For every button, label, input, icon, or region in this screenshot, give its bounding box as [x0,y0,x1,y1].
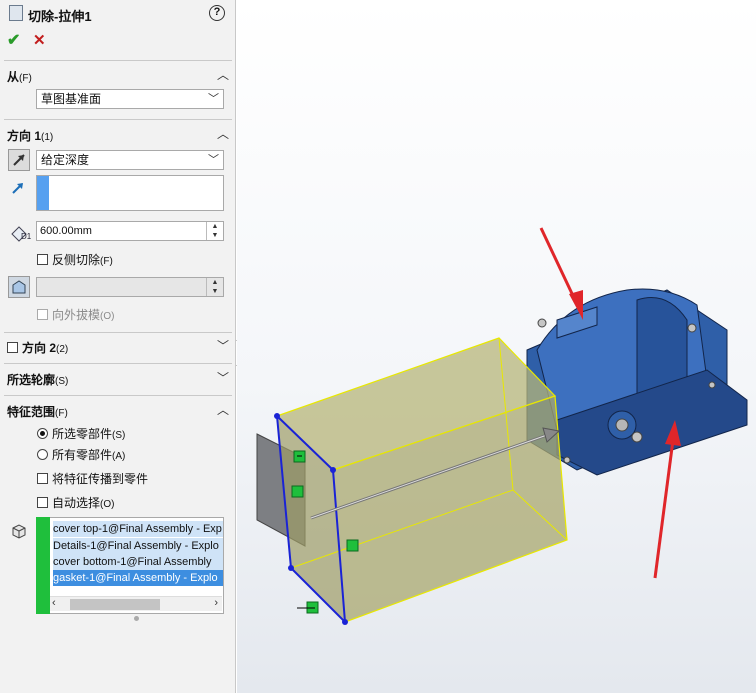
flip-side-hotkey: (F) [100,256,113,267]
scope-option-label: 所选零部件 [52,427,113,441]
scope-option-hotkey: (A) [112,451,126,462]
model-view [256,227,748,625]
depth-icon: D1 [9,222,32,242]
checkbox-box [37,473,48,484]
checkbox-box [37,309,48,320]
help-icon[interactable]: ? [209,5,225,21]
graphics-area[interactable] [237,0,756,693]
divider [4,363,232,364]
expand-chevron-icon[interactable]: ﹀ [217,372,229,384]
from-dropdown-value: 草图基准面 [41,92,102,106]
end-condition-value: 给定深度 [41,153,90,167]
collapse-chevron-icon[interactable]: ︿ [217,128,229,140]
list-item[interactable]: Details-1@Final Assembly - Explo [53,538,223,554]
selection-accent [37,176,49,210]
flip-side-checkbox[interactable]: 反侧切除(F) [37,251,113,268]
collapse-chevron-icon[interactable]: ︿ [217,404,229,416]
direction1-section-header[interactable]: 方向 1(1) [7,127,53,144]
scope-option-hotkey: (S) [112,430,126,441]
ok-button[interactable]: ✔ [7,30,20,50]
scope-option-selected-components[interactable]: 所选零部件(S) [37,425,125,442]
direction1-hotkey: (1) [41,132,54,143]
components-icon [10,520,30,540]
property-manager: 切除-拉伸1 ? ✔ ✕ 从(F) ︿ 草图基准面 ﹀ 方向 1(1) ︿ 给定… [0,0,236,693]
auto-select-checkbox[interactable]: 自动选择(O) [37,494,114,511]
direction-reference-field[interactable] [36,175,224,211]
feature-scope-hotkey: (F) [55,408,68,419]
propagate-label: 将特征传播到零件 [52,472,149,486]
direction2-hotkey: (2) [56,344,69,355]
feature-scope-header[interactable]: 特征范围(F) [7,403,68,420]
selection-accent [36,517,50,614]
chevron-down-icon: ﹀ [208,154,219,166]
reverse-direction-icon[interactable] [8,149,30,171]
direction2-section-header[interactable]: 方向 2(2) [7,339,68,356]
flip-side-label: 反侧切除 [52,253,101,267]
radio-button [37,428,48,439]
feature-scope-title: 特征范围 [7,405,56,419]
direction1-title: 方向 1 [7,129,42,143]
draft-icon[interactable] [8,276,30,298]
divider [4,395,232,396]
cut-extrude-icon [9,5,23,21]
checkbox-box [37,254,48,265]
feature-title: 切除-拉伸1 [28,9,92,24]
checkbox-box [37,497,48,508]
direction2-checkbox[interactable] [7,342,18,353]
scrollbar-thumb[interactable] [70,599,160,610]
from-section-title: 从 [7,70,20,84]
divider [4,119,232,120]
horizontal-scrollbar[interactable]: ‹ › [50,596,222,611]
depth-spinner[interactable]: ▲ ▼ [206,222,223,240]
from-section-header[interactable]: 从(F) [7,68,32,85]
scroll-left-icon[interactable]: ‹ [52,597,56,609]
svg-text:D1: D1 [21,232,31,241]
draft-outward-hotkey: (O) [100,311,115,322]
selected-contours-hotkey: (S) [55,376,69,387]
auto-select-label: 自动选择 [52,496,101,510]
collapse-chevron-icon[interactable]: ︿ [217,69,229,81]
draft-outward-label: 向外拔模 [52,308,101,322]
draft-spinner[interactable]: ▲ ▼ [206,278,223,296]
list-item[interactable]: gasket-1@Final Assembly - Explo [53,570,223,586]
scope-option-all-components[interactable]: 所有零部件(A) [37,446,125,463]
depth-input[interactable]: 600.00mm ▲ ▼ [36,221,224,241]
divider [4,60,232,61]
expand-chevron-icon[interactable]: ﹀ [217,340,229,352]
end-condition-dropdown[interactable]: 给定深度 ﹀ [36,150,224,170]
cancel-button[interactable]: ✕ [33,31,46,49]
resize-grip-icon[interactable] [134,616,139,621]
from-section-hotkey: (F) [19,73,32,84]
from-dropdown[interactable]: 草图基准面 ﹀ [36,89,224,109]
draft-outward-checkbox[interactable]: 向外拔模(O) [37,306,114,323]
gearbox-housing [526,288,748,476]
selected-contours-title: 所选轮廓 [7,373,56,387]
scope-option-label: 所有零部件 [52,448,113,462]
chevron-down-icon: ﹀ [208,93,219,105]
auto-select-hotkey: (O) [100,499,115,510]
draft-angle-input[interactable]: ▲ ▼ [36,277,224,297]
cut-extrude-preview [274,337,568,625]
scroll-right-icon[interactable]: › [214,597,218,609]
propagate-to-parts-checkbox[interactable]: 将特征传播到零件 [37,470,148,487]
depth-value: 600.00mm [40,225,92,237]
direction-vector-icon [10,180,26,196]
divider [4,332,232,333]
list-item[interactable]: cover bottom-1@Final Assembly [53,554,223,570]
radio-button [37,449,48,460]
list-item[interactable]: cover top-1@Final Assembly - Exp [53,521,223,537]
direction2-title: 方向 2 [22,341,57,355]
selected-contours-header[interactable]: 所选轮廓(S) [7,371,68,388]
